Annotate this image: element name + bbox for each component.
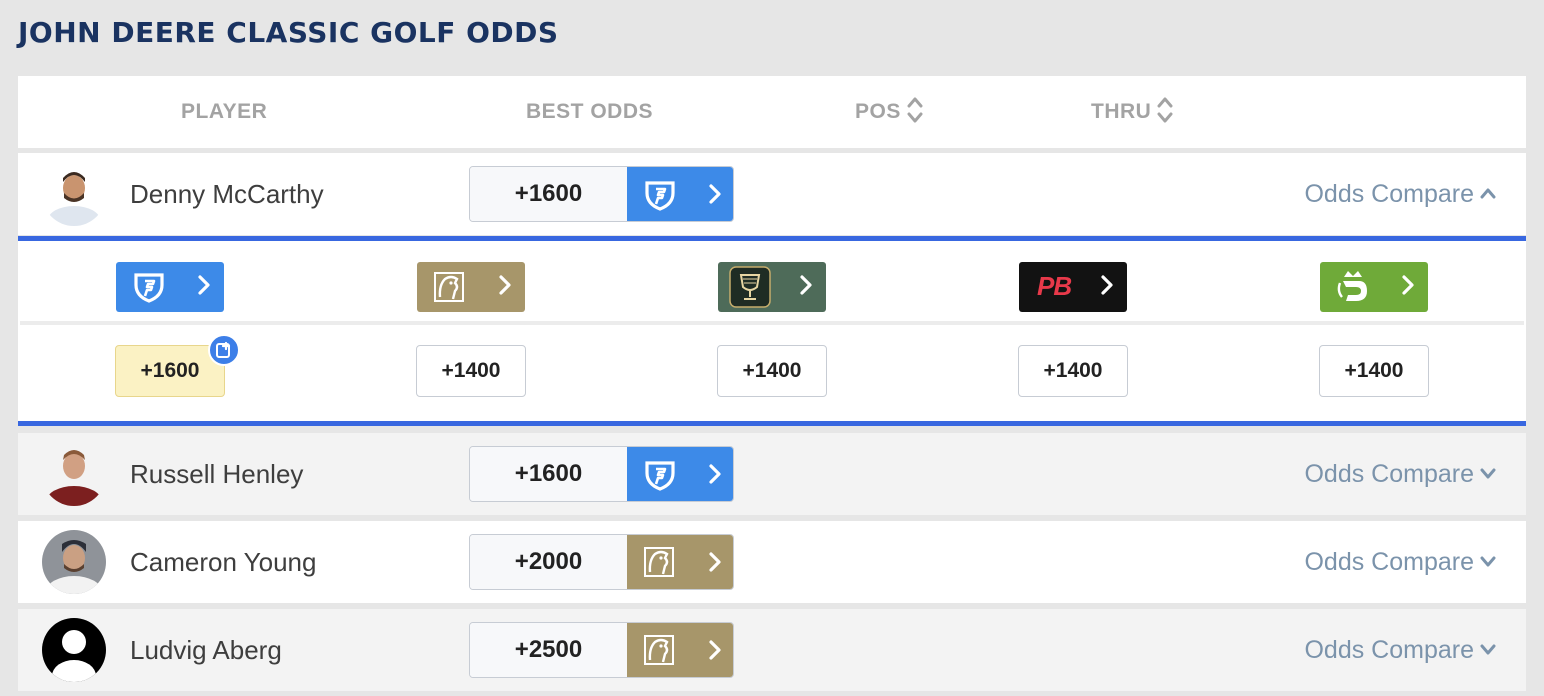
odds-compare-toggle[interactable]: Odds Compare [1304,609,1496,691]
best-odds-value: +1600 [470,167,627,221]
best-odds-value: +1600 [470,447,627,501]
odds-compare-label: Odds Compare [1304,636,1474,664]
chevron-right-icon [709,640,721,660]
player-row[interactable]: Denny McCarthy +1600 Odds Compare [18,153,1526,235]
odds-compare-label: Odds Compare [1304,180,1474,208]
caesars-book-button[interactable] [718,262,826,312]
best-odds-button[interactable]: +1600 [469,166,734,222]
odds-compare-label: Odds Compare [1304,548,1474,576]
odds-value: +1600 [140,359,200,382]
odds-value: +1400 [1043,359,1103,382]
chevron-right-icon [709,464,721,484]
default-avatar-icon [42,618,106,682]
player-row[interactable]: Russell Henley +1600 Odds Compare [18,433,1526,515]
odds-value: +1400 [441,359,501,382]
betmgm-logo [627,535,733,589]
odds-value: +1400 [1344,359,1404,382]
add-to-betslip-icon[interactable] [208,334,240,366]
chevron-right-icon [709,184,721,204]
best-odds-button[interactable]: +1600 [469,446,734,502]
player-avatar [42,442,106,506]
chevron-down-icon [1480,644,1496,655]
odds-compare-toggle[interactable]: Odds Compare [1304,153,1496,235]
pos-column-header[interactable]: POS [855,76,923,148]
player-row[interactable]: Cameron Young +2000 Odds Compare [18,521,1526,603]
player-avatar [42,530,106,594]
odds-compare-toggle[interactable]: Odds Compare [1304,521,1496,603]
chevron-right-icon [499,275,511,295]
fanduel-book-button[interactable] [116,262,224,312]
thru-column-header[interactable]: THRU [1091,76,1173,148]
odds-compare-toggle[interactable]: Odds Compare [1304,433,1496,515]
fanduel-shield-icon [645,181,675,211]
chevron-up-icon [1480,188,1496,199]
chevron-right-icon [709,552,721,572]
draftkings-odds-button[interactable]: +1400 [1319,345,1429,397]
player-name[interactable]: Denny McCarthy [130,153,324,235]
player-avatar [42,162,106,226]
betmgm-lion-icon [644,547,674,577]
betmgm-lion-icon [644,635,674,665]
best-odds-button[interactable]: +2000 [469,534,734,590]
chevron-down-icon [1480,556,1496,567]
page-title: JOHN DEERE CLASSIC GOLF ODDS [18,16,559,49]
player-row[interactable]: Ludvig Aberg +2500 Odds Compare [18,609,1526,691]
betmgm-logo [627,623,733,677]
fanduel-odds-button[interactable]: +1600 [115,334,240,397]
player-column-header: PLAYER [181,100,268,123]
sportsbooks-row: PB [20,245,1524,325]
betmgm-lion-icon [434,272,464,302]
best-odds-value: +2500 [470,623,627,677]
fanduel-shield-icon [134,273,164,303]
chevron-right-icon [1101,275,1113,295]
player-avatar [42,618,106,682]
sort-icon[interactable] [1157,95,1173,125]
chevron-right-icon [1402,275,1414,295]
caesars-trophy-icon [729,266,771,308]
betmgm-odds-button[interactable]: +1400 [416,345,526,397]
player-name[interactable]: Russell Henley [130,433,303,515]
pos-column-label: POS [855,100,901,123]
draftkings-crown-icon [1337,271,1367,301]
sportsbook-odds-row: +1600 +1400 +1400 +1400 +1400 [20,325,1524,417]
player-name[interactable]: Ludvig Aberg [130,609,282,691]
sort-icon[interactable] [907,95,923,125]
fanduel-logo [627,447,733,501]
pointsbet-odds-button[interactable]: +1400 [1018,345,1128,397]
player-name[interactable]: Cameron Young [130,521,316,603]
fanduel-logo [627,167,733,221]
chevron-right-icon [198,275,210,295]
odds-value: +1400 [742,359,802,382]
draftkings-book-button[interactable] [1320,262,1428,312]
pointsbet-pb-icon: PB [1037,271,1072,301]
fanduel-shield-icon [645,461,675,491]
best-odds-value: +2000 [470,535,627,589]
pointsbet-book-button[interactable]: PB [1019,262,1127,312]
chevron-right-icon [800,275,812,295]
best-odds-button[interactable]: +2500 [469,622,734,678]
chevron-down-icon [1480,468,1496,479]
caesars-odds-button[interactable]: +1400 [717,345,827,397]
betmgm-book-button[interactable] [417,262,525,312]
thru-column-label: THRU [1091,100,1152,123]
best-odds-column-header: BEST ODDS [526,100,654,123]
odds-compare-label: Odds Compare [1304,460,1474,488]
odds-compare-panel: PB +1600 +1400 +1400 +1400 +1400 [18,236,1526,426]
odds-table-header: PLAYER BEST ODDS POS THRU [18,76,1526,148]
